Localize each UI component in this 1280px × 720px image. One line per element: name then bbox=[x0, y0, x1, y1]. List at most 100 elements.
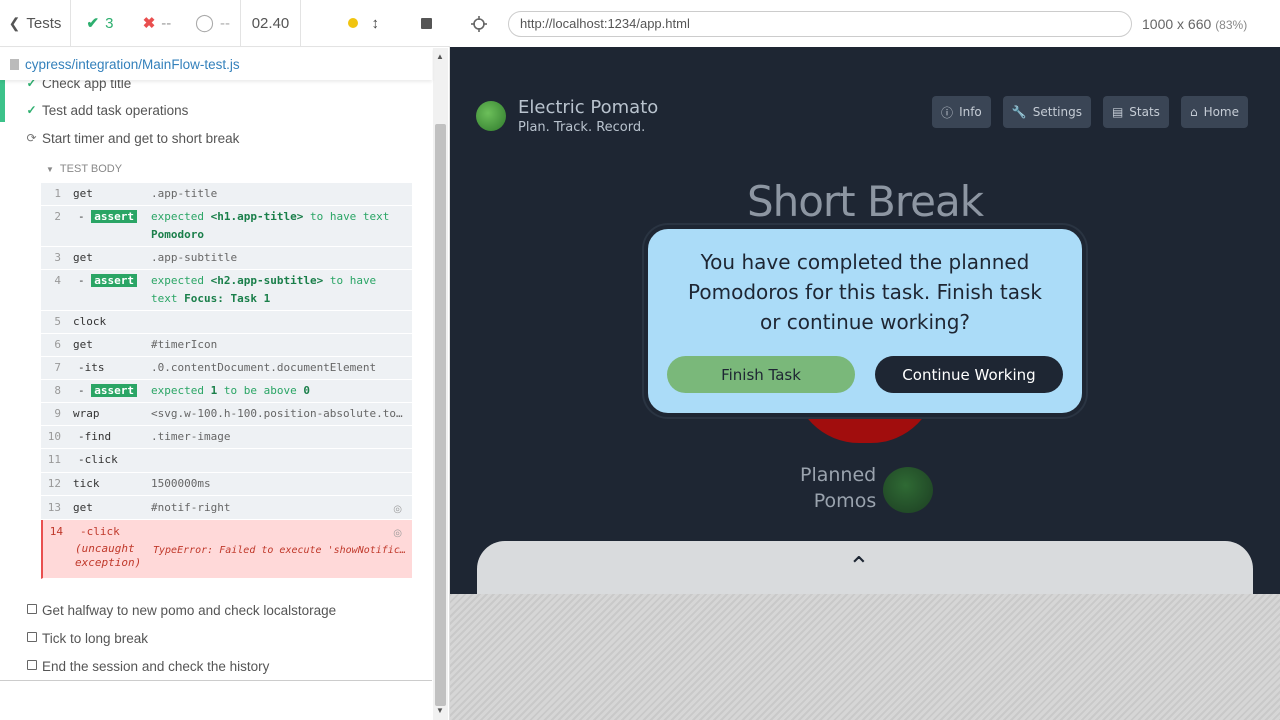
command-number: 13 bbox=[47, 501, 61, 514]
viewport-background bbox=[450, 594, 1280, 720]
test-item[interactable]: ✓ Test add task operations bbox=[0, 96, 432, 124]
file-icon bbox=[10, 58, 19, 70]
chevron-up-icon[interactable]: ⌃ bbox=[848, 551, 870, 582]
info-label: Info bbox=[959, 105, 982, 119]
eye-slash-icon: ◎ bbox=[393, 504, 402, 515]
assert-badge: assert bbox=[91, 274, 137, 287]
tests-button[interactable]: ❮ Tests bbox=[0, 0, 71, 46]
scroll-up-icon[interactable]: ▲ bbox=[436, 52, 444, 61]
command-row[interactable]: 13 get #notif-right ◎ bbox=[41, 496, 412, 520]
test-item-running[interactable]: ⟳ Start timer and get to short break bbox=[0, 124, 432, 152]
check-icon: ✔ bbox=[86, 15, 100, 32]
command-row[interactable]: 12 tick 1500000ms bbox=[41, 473, 412, 496]
viewport-scale: (83%) bbox=[1215, 17, 1248, 32]
command-message bbox=[151, 313, 412, 333]
chart-icon: ▤ bbox=[1111, 105, 1124, 119]
command-name: - assert bbox=[73, 382, 151, 402]
command-row[interactable]: 7 -its .0.contentDocument.documentElemen… bbox=[41, 357, 412, 380]
test-title: Tick to long break bbox=[42, 630, 149, 646]
url-field[interactable] bbox=[508, 10, 1132, 37]
command-message: #notif-right bbox=[151, 501, 231, 514]
tests-label: Tests bbox=[26, 14, 62, 32]
spec-path-bar: cypress/integration/MainFlow-test.js bbox=[0, 48, 432, 80]
tomato-icon bbox=[883, 467, 933, 513]
wrench-icon: 🔧 bbox=[1011, 105, 1027, 119]
passed-value: 3 bbox=[105, 14, 114, 32]
viewport-size: 1000 x 660 bbox=[1142, 15, 1212, 32]
home-label: Home bbox=[1203, 105, 1239, 119]
finish-task-button[interactable]: Finish Task bbox=[667, 356, 855, 393]
command-row[interactable]: 9 wrap <svg.w-100.h-100.position-absolut… bbox=[41, 403, 412, 426]
test-item[interactable]: End the session and check the history bbox=[0, 652, 432, 680]
notification-modal: You have completed the planned Pomodoros… bbox=[644, 225, 1086, 417]
reporter-panel: ❮ Tests ✔ 3 ✖ -- ◯ -- 02.40 ↕ cypress/in… bbox=[0, 0, 450, 720]
command-name: clock bbox=[73, 315, 107, 328]
command-name: get bbox=[73, 338, 93, 351]
tomato-logo-icon bbox=[476, 101, 506, 131]
command-number: 11 bbox=[47, 453, 61, 466]
command-name: - assert bbox=[73, 272, 151, 310]
auto-scroll-icon[interactable]: ↕ bbox=[372, 15, 380, 32]
command-row-failed[interactable]: 14 -click ◎ (uncaught exception) TypeErr… bbox=[41, 520, 412, 579]
command-log: 1 get .app-title 2 - assert expected <h1… bbox=[41, 183, 412, 579]
command-row[interactable]: 2 - assert expected <h1.app-title> to ha… bbox=[41, 206, 412, 247]
test-item[interactable]: Get halfway to new pomo and check locals… bbox=[0, 596, 432, 624]
command-name: -click bbox=[78, 453, 118, 466]
settings-button[interactable]: 🔧 Settings bbox=[1002, 96, 1091, 128]
page-title: Short Break bbox=[746, 177, 984, 226]
command-row[interactable]: 6 get #timerIcon bbox=[41, 334, 412, 357]
command-row[interactable]: 5 clock bbox=[41, 311, 412, 334]
command-number: 9 bbox=[54, 407, 61, 420]
settings-label: Settings bbox=[1032, 105, 1082, 119]
scrollbar[interactable]: ▲ ▼ bbox=[433, 48, 448, 720]
command-row[interactable]: 1 get .app-title bbox=[41, 183, 412, 206]
command-name: - assert bbox=[73, 208, 151, 246]
error-message: TypeError: Failed to execute 'showNotifi… bbox=[153, 545, 412, 556]
command-number: 3 bbox=[54, 251, 61, 264]
brand-title: Electric Pomato bbox=[518, 97, 659, 118]
assert-badge: assert bbox=[91, 384, 137, 397]
test-item[interactable]: ✓ Check app title bbox=[0, 80, 432, 97]
test-body-toggle[interactable]: ▼ TEST BODY bbox=[46, 163, 122, 175]
scrollbar-thumb[interactable] bbox=[435, 124, 446, 706]
command-row[interactable]: 8 - assert expected 1 to be above 0 bbox=[41, 380, 412, 403]
command-row[interactable]: 10 -find .timer-image bbox=[41, 426, 412, 449]
command-message: .app-title bbox=[151, 187, 218, 200]
selector-playground-button[interactable] bbox=[464, 9, 494, 39]
home-button[interactable]: ⌂ Home bbox=[1180, 96, 1248, 128]
checkbox-icon bbox=[25, 659, 38, 673]
test-body-label: TEST BODY bbox=[59, 163, 123, 175]
scroll-down-icon[interactable]: ▼ bbox=[436, 706, 444, 715]
test-item[interactable]: Tick to long break bbox=[0, 624, 432, 652]
command-message: expected <h1.app-title> to have text Pom… bbox=[151, 210, 390, 241]
command-name: -click bbox=[80, 525, 120, 538]
stop-icon[interactable] bbox=[421, 17, 432, 29]
failed-count: ✖ -- bbox=[129, 0, 185, 46]
checkbox-icon bbox=[25, 631, 38, 645]
assert-badge: assert bbox=[91, 210, 137, 223]
test-title: Test add task operations bbox=[42, 102, 189, 118]
command-name: get bbox=[73, 501, 93, 514]
continue-working-button[interactable]: Continue Working bbox=[875, 356, 1063, 393]
test-title: End the session and check the history bbox=[42, 658, 270, 674]
task-drawer[interactable]: ⌃ bbox=[477, 541, 1253, 594]
brand[interactable]: Electric Pomato Plan. Track. Record. bbox=[476, 97, 658, 135]
checkbox-icon bbox=[25, 603, 38, 617]
info-button[interactable]: ⓘ Info bbox=[932, 96, 991, 128]
command-message: expected 1 to be above 0 bbox=[151, 384, 310, 397]
passed-count: ✔ 3 bbox=[71, 0, 129, 46]
stats-button[interactable]: ▤ Stats bbox=[1102, 96, 1169, 128]
command-row[interactable]: 11 -click bbox=[41, 449, 412, 473]
test-list: ✓ Check app title ✓ Test add task operat… bbox=[0, 80, 432, 680]
command-name: wrap bbox=[73, 407, 100, 420]
spec-path-link[interactable]: cypress/integration/MainFlow-test.js bbox=[25, 57, 240, 72]
command-number: 1 bbox=[54, 187, 61, 200]
command-message bbox=[151, 451, 412, 472]
test-title: Check app title bbox=[42, 80, 132, 91]
command-number: 2 bbox=[54, 210, 61, 223]
command-row[interactable]: 4 - assert expected <h2.app-subtitle> to… bbox=[41, 270, 412, 311]
command-message: expected <h2.app-subtitle> to have text … bbox=[151, 274, 377, 305]
reporter-header: ❮ Tests ✔ 3 ✖ -- ◯ -- 02.40 ↕ bbox=[0, 0, 450, 47]
stats-label: Stats bbox=[1129, 105, 1160, 119]
command-row[interactable]: 3 get .app-subtitle bbox=[41, 247, 412, 270]
